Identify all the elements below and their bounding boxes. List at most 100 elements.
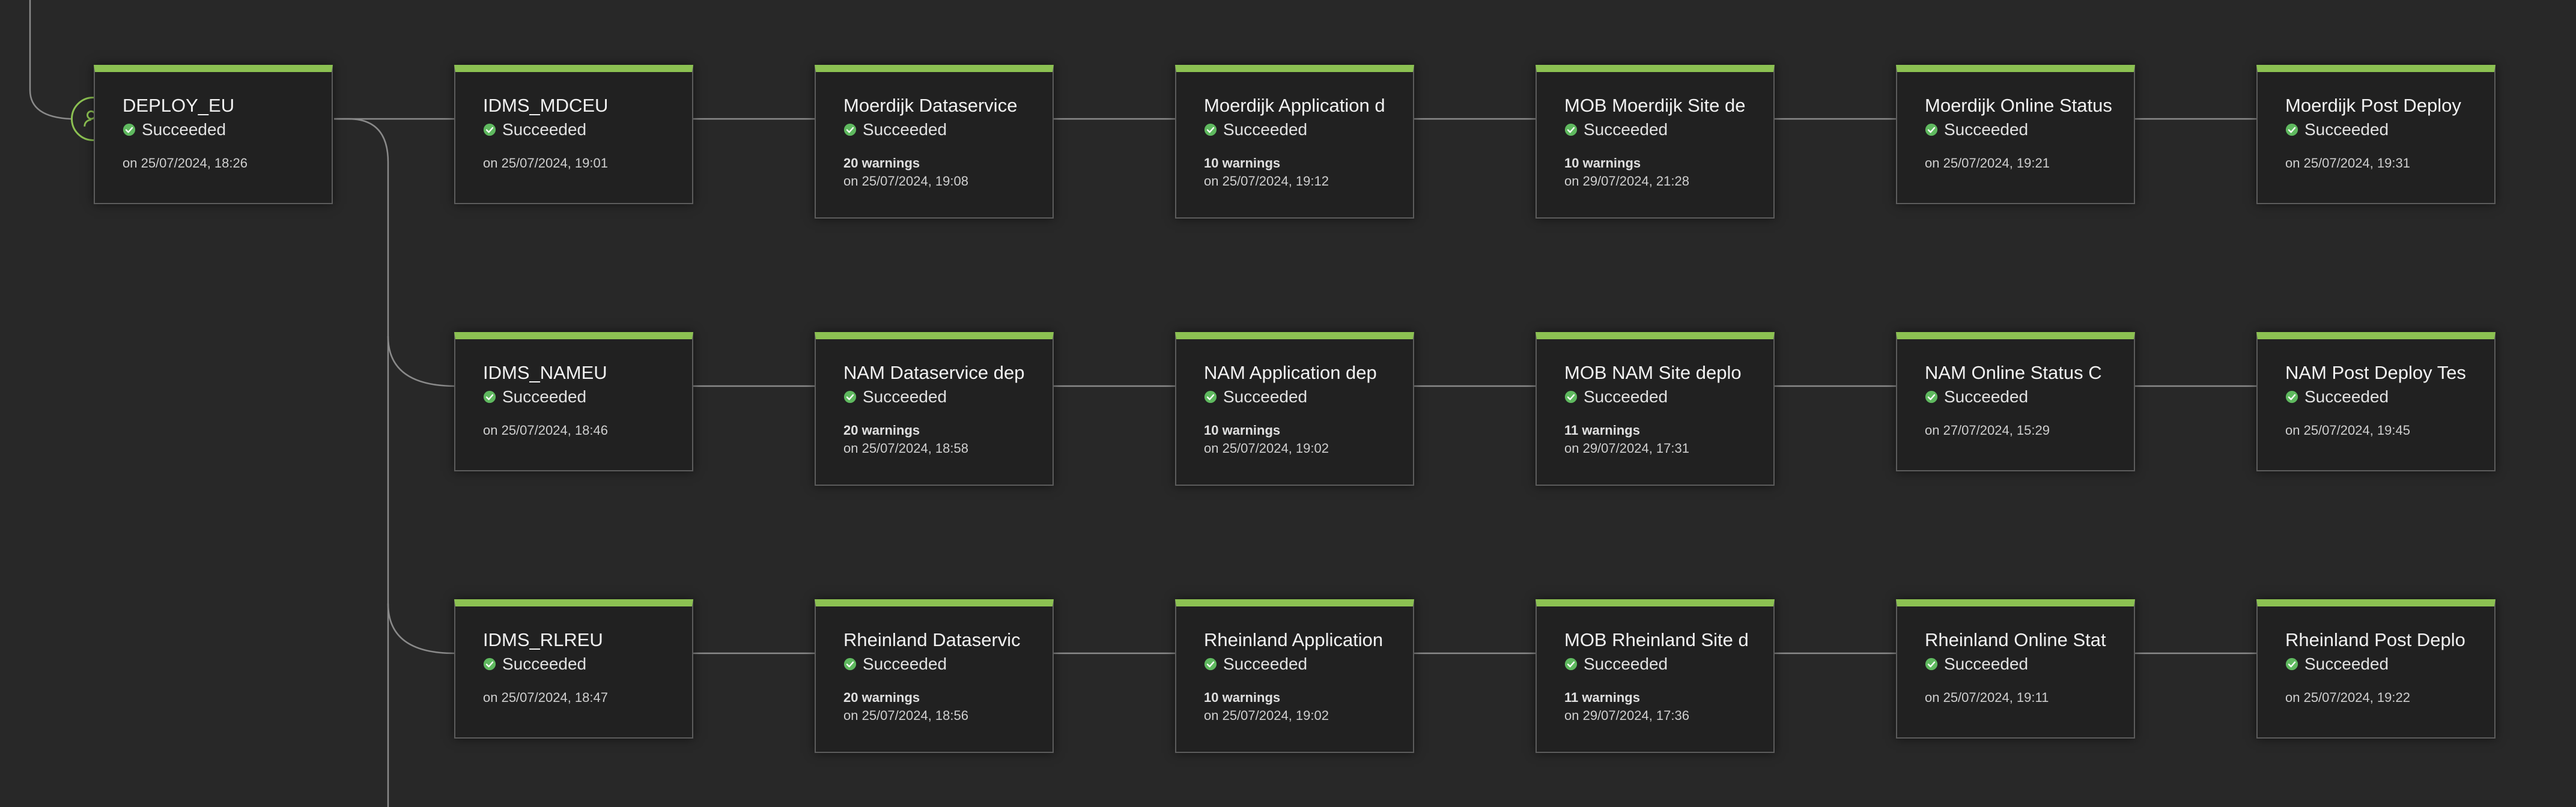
incoming-connector	[29, 0, 71, 120]
completed-timestamp: on 25/07/2024, 19:11	[1925, 690, 2049, 705]
stage-status: Succeeded	[1204, 119, 1413, 141]
stage-card[interactable]: Moerdijk Application d Succeeded 10 warnin…	[1175, 65, 1414, 219]
completed-timestamp: on 25/07/2024, 19:01	[483, 156, 608, 171]
stage-name[interactable]: IDMS_MDCEU	[483, 95, 670, 116]
stage-name[interactable]: NAM Online Status C	[1925, 362, 2112, 384]
stage-card[interactable]: IDMS_NAMEU Succeeded on 25/07/2024, 18:46	[454, 332, 693, 471]
completed-timestamp: on 25/07/2024, 19:12	[1204, 174, 1329, 189]
stage-status: Succeeded	[2285, 386, 2494, 408]
check-circle-icon	[483, 123, 496, 136]
stage-status: Succeeded	[1204, 653, 1413, 675]
pipeline-canvas: DEPLOY_EU Succeeded on 25/07/2024, 18:26 ID…	[0, 0, 2576, 807]
stage-card[interactable]: IDMS_MDCEU Succeeded on 25/07/2024, 19:01	[454, 65, 693, 204]
status-text: Succeeded	[2304, 120, 2389, 139]
status-text: Succeeded	[1944, 120, 2029, 139]
completed-timestamp: on 25/07/2024, 19:21	[1925, 156, 2050, 171]
status-text: Succeeded	[1584, 387, 1668, 406]
status-text: Succeeded	[1944, 654, 2029, 673]
stage-name[interactable]: MOB NAM Site deplo	[1564, 362, 1752, 384]
status-text: Succeeded	[1223, 387, 1308, 406]
stage-name[interactable]: IDMS_RLREU	[483, 629, 670, 651]
check-circle-icon	[1204, 390, 1217, 404]
stage-name[interactable]: Rheinland Online Stat	[1925, 629, 2112, 651]
status-text: Succeeded	[2304, 387, 2389, 406]
completed-timestamp: on 25/07/2024, 19:02	[1204, 441, 1329, 456]
stage-card[interactable]: NAM Application dep Succeeded 10 warnings o…	[1175, 332, 1414, 486]
completed-timestamp: on 25/07/2024, 19:22	[2285, 690, 2410, 705]
stage-status: Succeeded	[483, 386, 692, 408]
stage-name[interactable]: Rheinland Post Deplo	[2285, 629, 2473, 651]
completed-timestamp: on 25/07/2024, 18:58	[843, 441, 968, 456]
stage-card[interactable]: Rheinland Online Stat Succeeded on 25/07/2…	[1896, 599, 2135, 739]
stage-status: Succeeded	[1925, 653, 2134, 675]
stage-name[interactable]: IDMS_NAMEU	[483, 362, 670, 384]
status-text: Succeeded	[502, 120, 587, 139]
stage-name[interactable]: NAM Post Deploy Tes	[2285, 362, 2473, 384]
check-circle-icon	[1925, 123, 1938, 136]
stage-status: Succeeded	[843, 386, 1053, 408]
completed-timestamp: on 25/07/2024, 19:45	[2285, 423, 2410, 438]
stage-name[interactable]: Moerdijk Online Status	[1925, 95, 2112, 116]
stage-name[interactable]: Moerdijk Dataservice	[843, 95, 1031, 116]
completed-timestamp: on 29/07/2024, 17:36	[1564, 708, 1689, 723]
stage-card[interactable]: Rheinland Dataservic Succeeded 20 warnings…	[815, 599, 1054, 753]
completed-timestamp: on 25/07/2024, 19:02	[1204, 708, 1329, 723]
stage-name[interactable]: MOB Rheinland Site d	[1564, 629, 1752, 651]
status-text: Succeeded	[2304, 654, 2389, 673]
warnings-count: 10 warnings	[1204, 156, 1281, 171]
stage-status: Succeeded	[2285, 653, 2494, 675]
check-circle-icon	[483, 390, 496, 404]
warnings-count: 20 warnings	[843, 156, 920, 171]
stage-name[interactable]: MOB Moerdijk Site de	[1564, 95, 1752, 116]
stage-card[interactable]: MOB NAM Site deplo Succeeded 11 warnings on…	[1536, 332, 1775, 486]
stage-name[interactable]: DEPLOY_EU	[123, 95, 310, 116]
stage-status: Succeeded	[483, 653, 692, 675]
stage-name[interactable]: Moerdijk Post Deploy	[2285, 95, 2473, 116]
stage-status: Succeeded	[483, 119, 692, 141]
check-circle-icon	[2285, 123, 2298, 136]
completed-timestamp: on 29/07/2024, 17:31	[1564, 441, 1689, 456]
branch-connector-rlr	[387, 603, 455, 654]
warnings-count: 11 warnings	[1564, 690, 1640, 705]
stage-status: Succeeded	[123, 119, 332, 141]
stage-name[interactable]: Moerdijk Application d	[1204, 95, 1391, 116]
completed-timestamp: on 29/07/2024, 21:28	[1564, 174, 1689, 189]
stage-status: Succeeded	[1925, 386, 2134, 408]
completed-timestamp: on 25/07/2024, 18:46	[483, 423, 608, 438]
stage-name[interactable]: Rheinland Application	[1204, 629, 1391, 651]
check-circle-icon	[1564, 657, 1578, 671]
stage-card[interactable]: Rheinland Application Succeeded 10 warning…	[1175, 599, 1414, 753]
stage-name[interactable]: NAM Dataservice dep	[843, 362, 1031, 384]
warnings-count: 10 warnings	[1564, 156, 1641, 171]
stage-card[interactable]: DEPLOY_EU Succeeded on 25/07/2024, 18:26	[94, 65, 333, 204]
stage-card[interactable]: NAM Dataservice dep Succeeded 20 warnings o…	[815, 332, 1054, 486]
stage-status: Succeeded	[2285, 119, 2494, 141]
stage-card[interactable]: NAM Online Status C Succeeded on 27/07/202…	[1896, 332, 2135, 471]
status-text: Succeeded	[863, 387, 947, 406]
stage-card[interactable]: Moerdijk Post Deploy Succeeded on 25/07/20…	[2256, 65, 2496, 204]
check-circle-icon	[843, 123, 857, 136]
check-circle-icon	[1925, 657, 1938, 671]
stage-card[interactable]: Moerdijk Online Status Succeeded on 25/07/…	[1896, 65, 2135, 204]
stage-card[interactable]: Rheinland Post Deplo Succeeded on 25/07/20…	[2256, 599, 2496, 739]
stage-status: Succeeded	[843, 653, 1053, 675]
completed-timestamp: on 27/07/2024, 15:29	[1925, 423, 2050, 438]
status-text: Succeeded	[502, 387, 587, 406]
stage-card[interactable]: NAM Post Deploy Tes Succeeded on 25/07/202…	[2256, 332, 2496, 471]
warnings-count: 10 warnings	[1204, 423, 1281, 438]
warnings-count: 20 warnings	[843, 690, 920, 705]
stage-name[interactable]: Rheinland Dataservic	[843, 629, 1031, 651]
completed-timestamp: on 25/07/2024, 19:08	[843, 174, 968, 189]
stage-status: Succeeded	[1204, 386, 1413, 408]
stage-name[interactable]: NAM Application dep	[1204, 362, 1391, 384]
warnings-count: 20 warnings	[843, 423, 920, 438]
stage-status: Succeeded	[1564, 653, 1773, 675]
check-circle-icon	[843, 657, 857, 671]
stage-status: Succeeded	[1564, 386, 1773, 408]
stage-card[interactable]: Moerdijk Dataservice Succeeded 20 warnings…	[815, 65, 1054, 219]
completed-timestamp: on 25/07/2024, 18:56	[843, 708, 968, 723]
stage-card[interactable]: MOB Rheinland Site d Succeeded 11 warnings…	[1536, 599, 1775, 753]
status-text: Succeeded	[1584, 120, 1668, 139]
stage-card[interactable]: MOB Moerdijk Site de Succeeded 10 warnings…	[1536, 65, 1775, 219]
stage-card[interactable]: IDMS_RLREU Succeeded on 25/07/2024, 18:47	[454, 599, 693, 739]
